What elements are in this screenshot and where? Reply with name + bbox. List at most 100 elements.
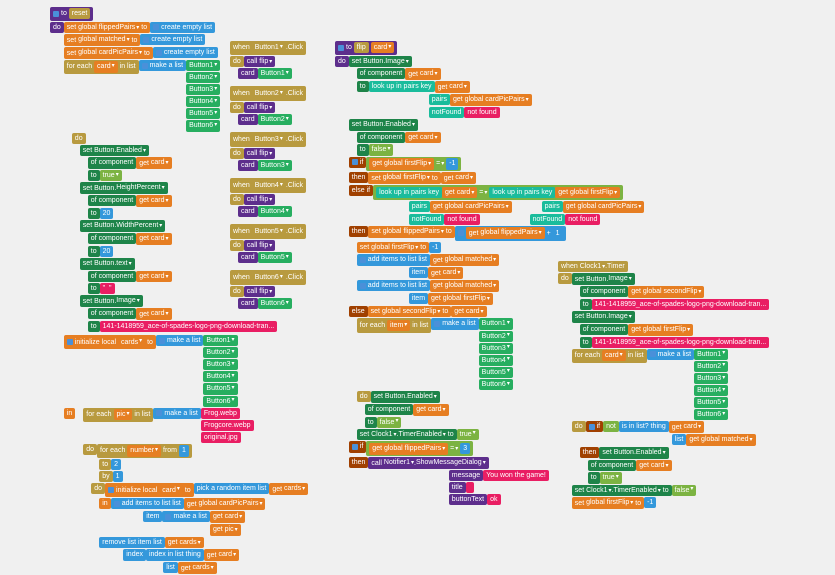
button-item[interactable]: Button3 <box>479 343 513 354</box>
button-item[interactable]: Button6 <box>186 120 220 131</box>
set-clock-off[interactable]: set Clock1.TimerEnabled to <box>572 485 672 497</box>
true-block[interactable]: true <box>100 170 122 181</box>
button-ref[interactable]: Button2 <box>258 114 292 125</box>
set-width[interactable]: set Button.WidthPercent <box>80 220 166 232</box>
make-list-block[interactable]: make a list <box>153 408 200 419</box>
pick-random[interactable]: pick a random item list <box>194 483 270 494</box>
button-item[interactable]: Button4 <box>203 371 237 382</box>
set-enabled[interactable]: set Button.Enabled <box>80 145 149 157</box>
get-cardpic[interactable]: get global cardPicPairs <box>450 94 532 106</box>
get-cardpic[interactable]: get global cardPicPairs <box>184 498 266 510</box>
num-20[interactable]: 20 <box>100 246 114 257</box>
foreach-item[interactable]: for each item in list <box>357 318 431 332</box>
proc-flip[interactable]: to flip card <box>335 41 397 55</box>
get-cards[interactable]: get cards <box>178 562 217 574</box>
call-flip[interactable]: call flip <box>244 240 275 252</box>
foreach-card[interactable]: for each card in list <box>64 60 139 74</box>
button-item[interactable]: Button2 <box>203 347 237 358</box>
empty-list[interactable]: create empty list <box>140 34 205 45</box>
set-flipped[interactable]: set global flippedPairs to <box>368 226 454 238</box>
button-item[interactable]: Button2 <box>186 72 220 83</box>
get-card[interactable]: get card <box>136 157 171 169</box>
button-ref[interactable]: Button3 <box>258 160 292 171</box>
button-item[interactable]: Button5 <box>203 383 237 394</box>
empty-list[interactable]: create empty list <box>150 22 215 33</box>
add-items[interactable]: add items to list list <box>357 254 430 265</box>
call-flip[interactable]: call flip <box>244 148 275 160</box>
if-block[interactable]: if <box>349 441 367 452</box>
set-firstflip[interactable]: set global firstFlip to <box>357 242 429 254</box>
make-list-block[interactable]: make a list <box>431 318 478 329</box>
button-item[interactable]: Button4 <box>694 385 728 396</box>
when-button5[interactable]: when Button5.Click <box>230 224 306 238</box>
won-msg[interactable]: You won the game! <box>483 470 549 481</box>
set-flipped[interactable]: set global flippedPairs to <box>64 22 150 34</box>
when-button6[interactable]: when Button6.Click <box>230 270 306 284</box>
set-clock[interactable]: set Clock1.TimerEnabled to <box>357 429 457 441</box>
not-found-str[interactable]: not found <box>464 107 499 118</box>
set-cardpic[interactable]: set global cardPicPairs to <box>64 47 153 59</box>
empty-string[interactable]: " " <box>100 283 115 294</box>
foreach-card[interactable]: for each card in list <box>572 349 647 363</box>
init-local-card[interactable]: initialize local card to <box>105 483 194 497</box>
get-card[interactable]: get card <box>405 68 440 80</box>
get-pic[interactable]: get pic <box>210 524 241 536</box>
button-item[interactable]: Button5 <box>694 397 728 408</box>
in-list-block[interactable]: is in list? thing <box>619 421 669 432</box>
num-20[interactable]: 20 <box>100 208 114 219</box>
call-flip[interactable]: call flip <box>244 102 275 114</box>
button-item[interactable]: Button4 <box>479 355 513 366</box>
if-block[interactable]: if <box>349 157 367 168</box>
add-items[interactable]: add items to list list <box>111 498 184 509</box>
button-item[interactable]: Button6 <box>203 396 237 407</box>
eq-block[interactable]: get global firstFlip = -1 <box>366 157 461 172</box>
get-card[interactable]: get card <box>435 81 470 93</box>
img-file[interactable]: 141-1418959_ace-of-spades-logo-png-downl… <box>100 321 278 332</box>
button-item[interactable]: Button5 <box>186 108 220 119</box>
when-button3[interactable]: when Button3.Click <box>230 132 306 146</box>
pic-file[interactable]: original.jpg <box>201 432 241 443</box>
call-flip[interactable]: call flip <box>244 194 275 206</box>
button-item[interactable]: Button4 <box>186 96 220 107</box>
get-card[interactable]: get card <box>405 132 440 144</box>
get-card[interactable]: get card <box>136 308 171 320</box>
button-item[interactable]: Button2 <box>479 331 513 342</box>
remove-item[interactable]: remove list item list <box>99 537 165 548</box>
button-item[interactable]: Button1 <box>479 318 513 329</box>
set-secondflip[interactable]: set global secondFlip to <box>368 306 452 318</box>
pic-file[interactable]: Frog.webp <box>201 408 240 419</box>
call-flip[interactable]: call flip <box>244 286 275 298</box>
set-image[interactable]: set Button.Image <box>349 56 412 68</box>
eq-block[interactable]: look up in pairs keyget card = look up i… <box>373 185 623 200</box>
add-items[interactable]: add items to list list <box>357 280 430 291</box>
call-flip[interactable]: call flip <box>244 56 275 68</box>
get-card[interactable]: get card <box>136 195 171 207</box>
set-text[interactable]: set Button.text <box>80 258 135 270</box>
button-item[interactable]: Button1 <box>203 335 237 346</box>
set-enabled[interactable]: set Button.Enabled <box>349 119 418 131</box>
set-image[interactable]: set Button.Image <box>572 311 635 323</box>
if-not[interactable]: if <box>586 421 604 432</box>
get-card[interactable]: get card <box>441 172 476 184</box>
call-notifier[interactable]: call Notifier1.ShowMessageDialog <box>368 457 488 469</box>
empty-list[interactable]: create empty list <box>153 47 218 58</box>
button-item[interactable]: Button3 <box>203 359 237 370</box>
set-height[interactable]: set Button.HeightPercent <box>80 182 168 194</box>
button-ref[interactable]: Button4 <box>258 206 292 217</box>
make-list-block[interactable]: make a list <box>139 60 186 71</box>
plus-block[interactable]: get global flippedPairs + 1 <box>455 226 566 241</box>
set-image[interactable]: set Button.Image <box>80 295 143 307</box>
get-card[interactable]: get card <box>204 549 239 561</box>
set-matched[interactable]: set global matched to <box>64 34 141 46</box>
make-list-block[interactable]: make a list <box>156 335 203 346</box>
button-item[interactable]: Button1 <box>694 349 728 360</box>
when-button1[interactable]: when Button1.Click <box>230 41 306 55</box>
when-button4[interactable]: when Button4.Click <box>230 178 306 192</box>
false-block[interactable]: false <box>369 144 394 155</box>
button-item[interactable]: Button2 <box>694 361 728 372</box>
index-in-list[interactable]: index in list thing <box>146 549 204 560</box>
set-image[interactable]: set Button.Image <box>572 273 635 285</box>
button-item[interactable]: Button6 <box>694 409 728 420</box>
set-enabled[interactable]: set Button.Enabled <box>599 447 668 459</box>
button-ref[interactable]: Button1 <box>258 68 292 79</box>
